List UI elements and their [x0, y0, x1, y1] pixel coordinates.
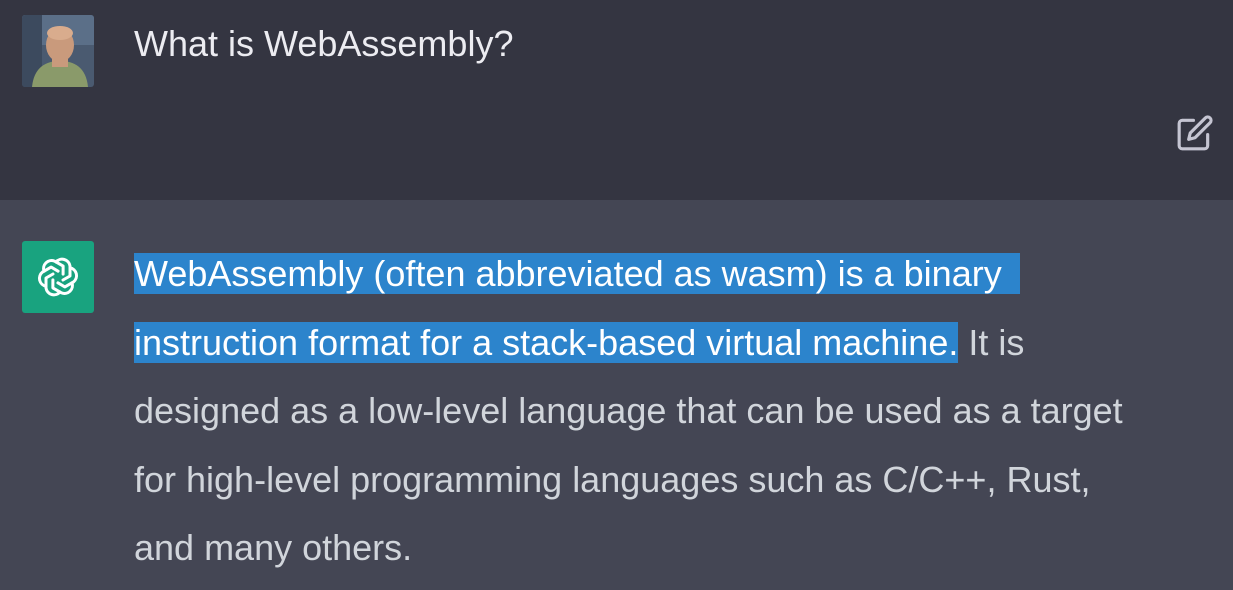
answer-line-2: instruction format for a stack-based vir… [134, 309, 1194, 378]
answer-line-3: designed as a low-level language that ca… [134, 390, 1123, 431]
answer-line-5: and many others. [134, 527, 413, 568]
user-message-row: What is WebAssembly? [0, 0, 1233, 200]
answer-text: It is [958, 321, 1025, 363]
openai-logo-icon [22, 241, 94, 313]
edit-icon[interactable] [1176, 114, 1214, 152]
user-message-text: What is WebAssembly? [134, 23, 514, 64]
selected-text: instruction format for a stack-based vir… [134, 321, 959, 363]
user-avatar [22, 15, 94, 87]
answer-line-1: WebAssembly (often abbreviated as wasm) … [134, 240, 1194, 309]
selected-text: WebAssembly (often abbreviated as wasm) … [134, 253, 1020, 294]
answer-line-4: for high-level programming languages suc… [134, 458, 1091, 500]
assistant-message-text: WebAssembly (often abbreviated as wasm) … [134, 240, 1194, 583]
